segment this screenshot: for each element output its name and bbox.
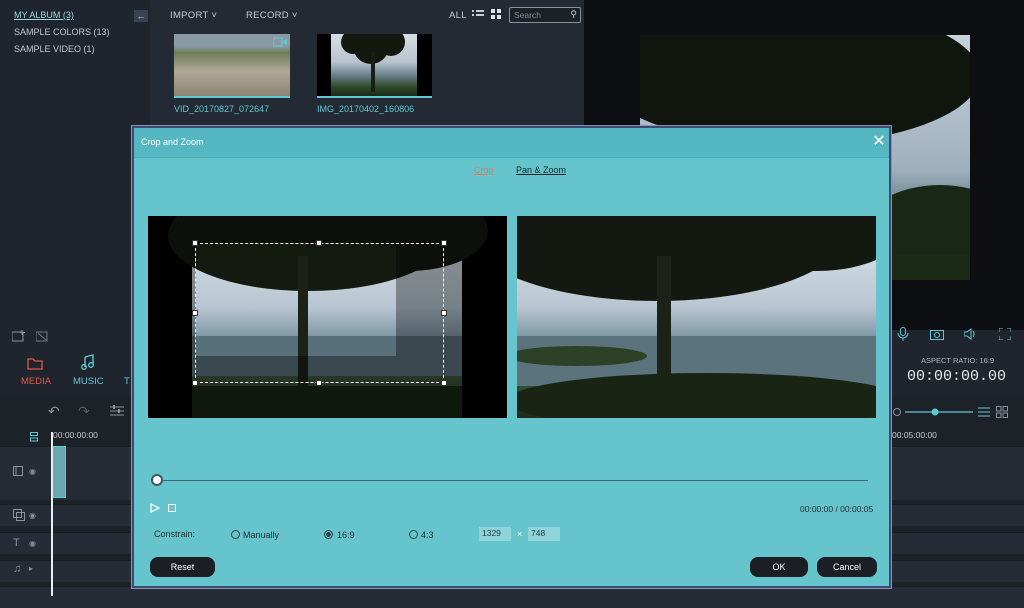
fullscreen-icon[interactable] bbox=[999, 328, 1011, 340]
crop-zoom-dialog: Crop and Zoom ✕ Crop Pan & Zoom 00:00:00… bbox=[132, 126, 891, 588]
snapshot-camera-icon[interactable] bbox=[930, 328, 944, 340]
media-folder-icon bbox=[27, 357, 43, 370]
aspect-ratio-label: ASPECT RATIO: 16:9 bbox=[921, 356, 995, 365]
playhead[interactable] bbox=[51, 432, 53, 596]
crop-handle-bottom-left[interactable] bbox=[192, 380, 198, 386]
tab-text[interactable]: T bbox=[124, 376, 130, 387]
media-caption: IMG_20170402_160806 bbox=[317, 104, 415, 114]
video-track-icon bbox=[13, 466, 23, 476]
reset-button[interactable]: Reset bbox=[150, 557, 215, 577]
radio-16-9[interactable] bbox=[324, 530, 333, 539]
option-4-3-label: 4:3 bbox=[421, 530, 434, 540]
dialog-title-bar[interactable]: Crop and Zoom ✕ bbox=[134, 128, 889, 158]
crop-handle-bottom-right[interactable] bbox=[441, 380, 447, 386]
crop-video-preview[interactable] bbox=[148, 216, 507, 418]
search-input[interactable]: Search ⚲ bbox=[509, 7, 581, 23]
video-camera-icon bbox=[273, 37, 287, 47]
track-list-icon[interactable] bbox=[978, 406, 990, 418]
tab-crop[interactable]: Crop bbox=[474, 165, 494, 175]
dialog-title: Crop and Zoom bbox=[141, 137, 204, 147]
music-note-icon bbox=[81, 354, 95, 370]
crop-handle-right[interactable] bbox=[441, 310, 447, 316]
media-thumbnail-image[interactable] bbox=[317, 34, 432, 98]
media-caption: VID_20170827_072647 bbox=[174, 104, 270, 114]
constrain-label: Constrain: bbox=[154, 529, 196, 539]
time-readout: 00:00:00 / 00:00:05 bbox=[800, 504, 874, 514]
dimension-separator: × bbox=[517, 529, 523, 539]
add-folder-icon[interactable] bbox=[12, 330, 26, 342]
text-track-icon: T bbox=[13, 537, 20, 549]
cancel-button[interactable]: Cancel bbox=[817, 557, 877, 577]
timeline-end-time: 00:05:00:00 bbox=[892, 430, 937, 440]
preview-timecode: 00:00:00.00 bbox=[907, 368, 1007, 385]
search-placeholder: Search bbox=[514, 10, 541, 20]
timeline-clip[interactable] bbox=[52, 446, 66, 498]
stop-icon[interactable] bbox=[168, 504, 176, 512]
tab-media[interactable]: MEDIA bbox=[21, 376, 51, 387]
search-icon: ⚲ bbox=[570, 9, 577, 19]
scrub-knob[interactable] bbox=[151, 474, 163, 486]
crop-handle-bottom[interactable] bbox=[316, 380, 322, 386]
crop-handle-top-left[interactable] bbox=[192, 240, 198, 246]
eye-icon[interactable]: ◉ bbox=[29, 467, 36, 476]
timeline-ruler-icon bbox=[30, 432, 38, 442]
record-menu[interactable]: RECORD ˅ bbox=[246, 10, 298, 21]
option-manually-label: Manually bbox=[243, 530, 280, 540]
option-16-9-label: 16:9 bbox=[337, 530, 355, 540]
collapse-panel-button[interactable]: ← bbox=[134, 10, 148, 22]
zoom-slider[interactable] bbox=[893, 408, 973, 416]
microphone-icon[interactable] bbox=[897, 327, 909, 341]
speaker-icon[interactable]: ▸ bbox=[29, 564, 33, 573]
scrub-track[interactable] bbox=[158, 480, 868, 481]
library-item-sample-colors[interactable]: SAMPLE COLORS (13) bbox=[14, 27, 110, 37]
crop-handle-top[interactable] bbox=[316, 240, 322, 246]
import-label: IMPORT bbox=[170, 10, 209, 21]
grid-view-icon[interactable] bbox=[491, 9, 502, 20]
redo-icon[interactable]: ↷ bbox=[78, 404, 94, 418]
crop-handle-top-right[interactable] bbox=[441, 240, 447, 246]
crop-handle-left[interactable] bbox=[192, 310, 198, 316]
tab-pan-zoom[interactable]: Pan & Zoom bbox=[516, 165, 566, 175]
filter-all[interactable]: ALL bbox=[449, 10, 467, 21]
play-icon[interactable] bbox=[150, 503, 160, 513]
undo-icon[interactable]: ↶ bbox=[48, 404, 64, 418]
list-view-icon[interactable] bbox=[472, 9, 484, 19]
chevron-down-icon: ˅ bbox=[291, 10, 298, 21]
import-menu[interactable]: IMPORT ˅ bbox=[170, 10, 217, 21]
library-panel: MY ALBUM (3) SAMPLE COLORS (13) SAMPLE V… bbox=[0, 0, 150, 330]
overlay-track-icon bbox=[13, 509, 25, 521]
audio-track-2 bbox=[0, 586, 1024, 608]
library-item-my-album[interactable]: MY ALBUM (3) bbox=[14, 10, 74, 20]
eye-icon[interactable]: ◉ bbox=[29, 511, 36, 520]
width-field[interactable]: 1329 bbox=[479, 527, 511, 541]
music-track-icon: ♫ bbox=[13, 563, 22, 575]
tab-music[interactable]: MUSIC bbox=[73, 376, 104, 387]
eye-icon[interactable]: ◉ bbox=[29, 539, 36, 548]
output-video-preview bbox=[517, 216, 876, 418]
adjust-icon[interactable] bbox=[110, 404, 124, 418]
radio-manually[interactable] bbox=[231, 530, 240, 539]
height-field[interactable]: 748 bbox=[528, 527, 560, 541]
volume-icon[interactable] bbox=[964, 328, 978, 340]
remove-folder-icon[interactable] bbox=[36, 330, 50, 342]
crop-rectangle[interactable] bbox=[195, 243, 444, 383]
record-label: RECORD bbox=[246, 10, 289, 21]
radio-4-3[interactable] bbox=[409, 530, 418, 539]
close-icon[interactable]: ✕ bbox=[871, 134, 887, 150]
track-grid-icon[interactable] bbox=[996, 406, 1008, 418]
timeline-start-time: 00:00:00:00 bbox=[53, 430, 98, 440]
ok-button[interactable]: OK bbox=[750, 557, 808, 577]
chevron-down-icon: ˅ bbox=[211, 10, 218, 21]
media-thumbnail-video[interactable] bbox=[174, 34, 290, 98]
library-item-sample-video[interactable]: SAMPLE VIDEO (1) bbox=[14, 44, 95, 54]
